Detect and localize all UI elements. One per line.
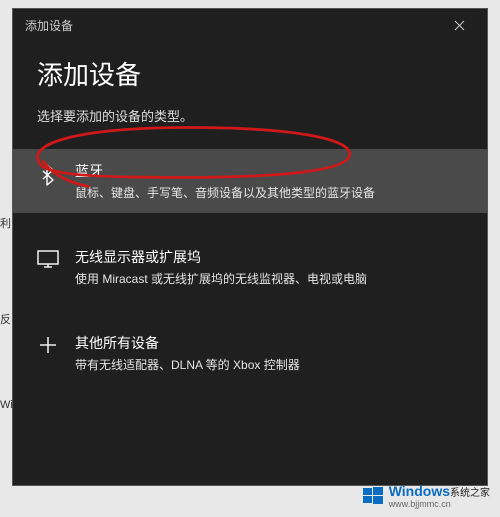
option-bluetooth-text: 蓝牙 鼠标、键盘、手写笔、音频设备以及其他类型的蓝牙设备 [75,161,465,201]
background-fragments: 利 反 Wi [0,0,12,517]
watermark-main: Windows [389,483,450,499]
option-wireless-text: 无线显示器或扩展坞 使用 Miracast 或无线扩展坞的无线监视器、电视或电脑 [75,247,465,287]
option-bluetooth[interactable]: 蓝牙 鼠标、键盘、手写笔、音频设备以及其他类型的蓝牙设备 [13,149,487,213]
option-bluetooth-title: 蓝牙 [75,161,465,181]
dialog-content: 添加设备 选择要添加的设备的类型。 蓝牙 鼠标、键盘、手写笔、音频设备以及其他类… [13,41,487,385]
option-wireless-title: 无线显示器或扩展坞 [75,247,465,267]
plus-icon [35,336,61,354]
titlebar: 添加设备 [13,9,487,41]
add-device-dialog: 添加设备 添加设备 选择要添加的设备的类型。 蓝牙 鼠标、键盘、手写笔、音频设备… [12,8,488,486]
option-other[interactable]: 其他所有设备 带有无线适配器、DLNA 等的 Xbox 控制器 [13,321,487,385]
option-wireless-display[interactable]: 无线显示器或扩展坞 使用 Miracast 或无线扩展坞的无线监视器、电视或电脑 [13,235,487,299]
dialog-heading: 添加设备 [37,55,463,92]
option-other-text: 其他所有设备 带有无线适配器、DLNA 等的 Xbox 控制器 [75,333,465,373]
watermark-url: www.bjjmmc.cn [389,499,490,509]
windows-icon [363,486,383,506]
bluetooth-icon [35,164,61,186]
dialog-subheading: 选择要添加的设备的类型。 [37,106,463,125]
titlebar-title: 添加设备 [25,17,439,34]
close-icon [454,20,465,31]
watermark-sub: 系统之家 [450,488,490,499]
close-button[interactable] [439,11,479,39]
option-other-desc: 带有无线适配器、DLNA 等的 Xbox 控制器 [75,356,465,373]
option-bluetooth-desc: 鼠标、键盘、手写笔、音频设备以及其他类型的蓝牙设备 [75,184,465,201]
option-other-title: 其他所有设备 [75,333,465,353]
option-wireless-desc: 使用 Miracast 或无线扩展坞的无线监视器、电视或电脑 [75,270,465,287]
monitor-icon [35,250,61,268]
watermark: Windows系统之家 www.bjjmmc.cn [363,483,490,509]
